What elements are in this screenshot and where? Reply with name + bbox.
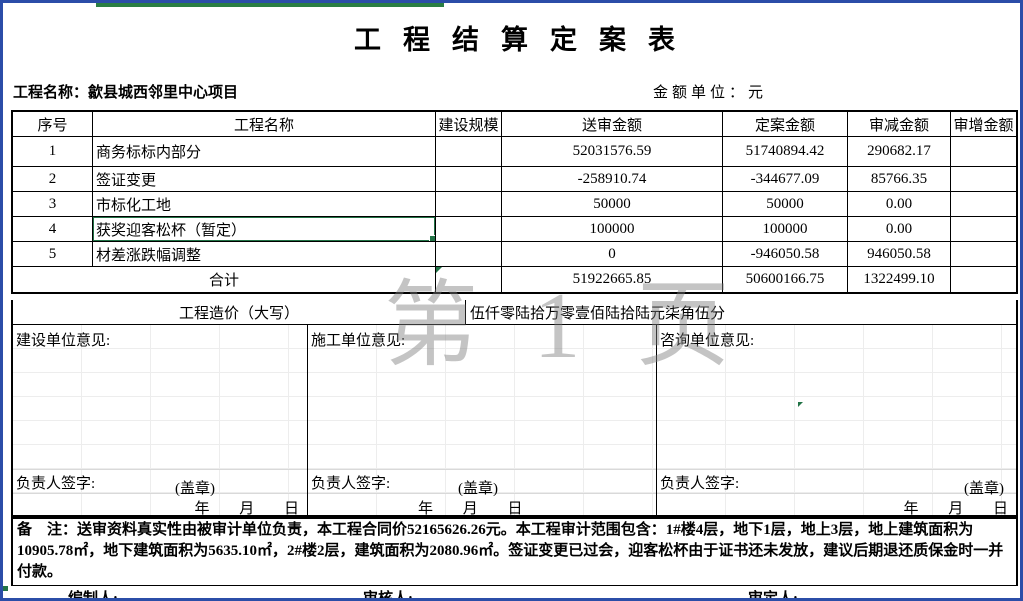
cell-seq[interactable]: 1 (13, 137, 93, 167)
cell-reduced[interactable]: 85766.35 (848, 167, 951, 192)
divider (13, 469, 307, 470)
date-label: 年 月 日 (903, 497, 1008, 518)
total-scale-cell[interactable] (436, 267, 502, 292)
project-name-value: 歙县城西邻里中心项目 (88, 85, 238, 101)
col-header-name[interactable]: 工程名称 (93, 112, 436, 137)
cell-increased[interactable] (951, 192, 1016, 217)
fill-handle[interactable] (429, 235, 436, 242)
divider (657, 469, 1016, 470)
total-label-cell[interactable]: 合计 (13, 267, 436, 292)
col-header-finalized[interactable]: 定案金额 (723, 112, 848, 137)
opinion-label: 咨询单位意见: (660, 329, 754, 350)
opinion-box-contractor-unit[interactable]: 施工单位意见: 负责人签字: (盖章) 年 月 日 (308, 325, 657, 515)
date-label: 年 月 日 (194, 497, 299, 518)
divider (657, 493, 1016, 494)
cell-finalized[interactable]: -946050.58 (723, 242, 848, 267)
cell-scale[interactable] (436, 167, 502, 192)
page-title: 工程结算定案表 (11, 8, 1018, 70)
cell-submitted[interactable]: 0 (502, 242, 723, 267)
cell-increased[interactable] (951, 217, 1016, 242)
cell-seq[interactable]: 5 (13, 242, 93, 267)
cell-increased[interactable] (951, 167, 1016, 192)
cell-seq[interactable]: 2 (13, 167, 93, 192)
cell-increased[interactable] (951, 137, 1016, 167)
sign-label: 负责人签字: (16, 472, 95, 493)
col-header-seq[interactable]: 序号 (13, 112, 93, 137)
cell-submitted[interactable]: 52031576.59 (502, 137, 723, 167)
opinions-section: 建设单位意见: 负责人签字: (盖章) 年 月 日 施工单位意见: 负责人签字:… (11, 325, 1018, 517)
cell-scale[interactable] (436, 192, 502, 217)
cell-reduced[interactable]: 946050.58 (848, 242, 951, 267)
seal-label: (盖章) (964, 477, 1004, 498)
cell-scale[interactable] (436, 137, 502, 167)
cell-submitted[interactable]: -258910.74 (502, 167, 723, 192)
cell-scale[interactable] (436, 217, 502, 242)
seal-label: (盖章) (175, 477, 215, 498)
col-header-submitted[interactable]: 送审金额 (502, 112, 723, 137)
divider (308, 469, 656, 470)
col-header-scale[interactable]: 建设规模 (436, 112, 502, 137)
total-increased-cell[interactable] (951, 267, 1016, 292)
opinion-box-construction-unit[interactable]: 建设单位意见: 负责人签字: (盖章) 年 月 日 (13, 325, 308, 515)
cell-name-selected[interactable]: 获奖迎客松杯（暂定） (93, 217, 436, 242)
opinion-box-consultant-unit[interactable]: 咨询单位意见: 负责人签字: (盖章) 年 月 日 (657, 325, 1016, 515)
cell-seq[interactable]: 3 (13, 192, 93, 217)
cell-seq[interactable]: 4 (13, 217, 93, 242)
cell-submitted[interactable]: 50000 (502, 192, 723, 217)
amount-in-words-row: 工程造价（大写） 伍仟零陆拾万零壹佰陆拾陆元柒角伍分 (11, 300, 1018, 325)
total-submitted-cell[interactable]: 51922665.85 (502, 267, 723, 292)
top-green-strip (96, 3, 444, 7)
opinion-label: 建设单位意见: (16, 329, 110, 350)
sign-label: 负责人签字: (311, 472, 390, 493)
cell-scale[interactable] (436, 242, 502, 267)
col-header-reduced[interactable]: 审减金额 (848, 112, 951, 137)
total-finalized-cell[interactable]: 50600166.75 (723, 267, 848, 292)
cell-finalized[interactable]: 50000 (723, 192, 848, 217)
cell-submitted[interactable]: 100000 (502, 217, 723, 242)
seal-label: (盖章) (458, 477, 498, 498)
divider (13, 493, 307, 494)
project-name-label: 工程名称： (13, 85, 88, 101)
cell-reduced[interactable]: 0.00 (848, 192, 951, 217)
cell-finalized[interactable]: 51740894.42 (723, 137, 848, 167)
date-label: 年 月 日 (418, 497, 523, 518)
cell-increased[interactable] (951, 242, 1016, 267)
cell-name[interactable]: 材差涨跌幅调整 (93, 242, 436, 267)
green-fragment (3, 586, 8, 591)
cell-name[interactable]: 签证变更 (93, 167, 436, 192)
approver-label: 审定人: (748, 587, 798, 601)
settlement-sheet: 工程结算定案表 工程名称：歙县城西邻里中心项目 金额单位：元 序号 工程名称 建… (0, 0, 1023, 601)
cell-finalized[interactable]: -344677.09 (723, 167, 848, 192)
col-header-increased[interactable]: 审增金额 (951, 112, 1016, 137)
amount-in-words-value[interactable]: 伍仟零陆拾万零壹佰陆拾陆元柒角伍分 (466, 300, 1016, 324)
project-name: 工程名称：歙县城西邻里中心项目 (13, 81, 238, 102)
total-reduced-cell[interactable]: 1322499.10 (848, 267, 951, 292)
preparer-label: 编制人: (68, 587, 118, 601)
cell-reduced[interactable]: 290682.17 (848, 137, 951, 167)
selected-cell-text: 获奖迎客松杯（暂定） (96, 219, 246, 240)
cell-finalized[interactable]: 100000 (723, 217, 848, 242)
comment-triangle-icon (798, 402, 803, 407)
cell-name[interactable]: 商务标标内部分 (93, 137, 436, 167)
reviewer-label: 审核人: (363, 587, 413, 601)
amount-in-words-label[interactable]: 工程造价（大写） (13, 300, 466, 324)
info-row: 工程名称：歙县城西邻里中心项目 金额单位：元 (11, 71, 1018, 110)
settlement-table: 序号 工程名称 建设规模 送审金额 定案金额 审减金额 审增金额 1 商务标标内… (11, 110, 1018, 294)
amount-unit-label: 金额单位：元 (653, 81, 767, 102)
cell-name[interactable]: 市标化工地 (93, 192, 436, 217)
cell-reduced[interactable]: 0.00 (848, 217, 951, 242)
sign-label: 负责人签字: (660, 472, 739, 493)
remarks-text: 备 注：送审资料真实性由被审计单位负责，本工程合同价52165626.26元。本… (11, 517, 1018, 586)
comment-triangle-icon (436, 267, 442, 273)
opinion-label: 施工单位意见: (311, 329, 405, 350)
